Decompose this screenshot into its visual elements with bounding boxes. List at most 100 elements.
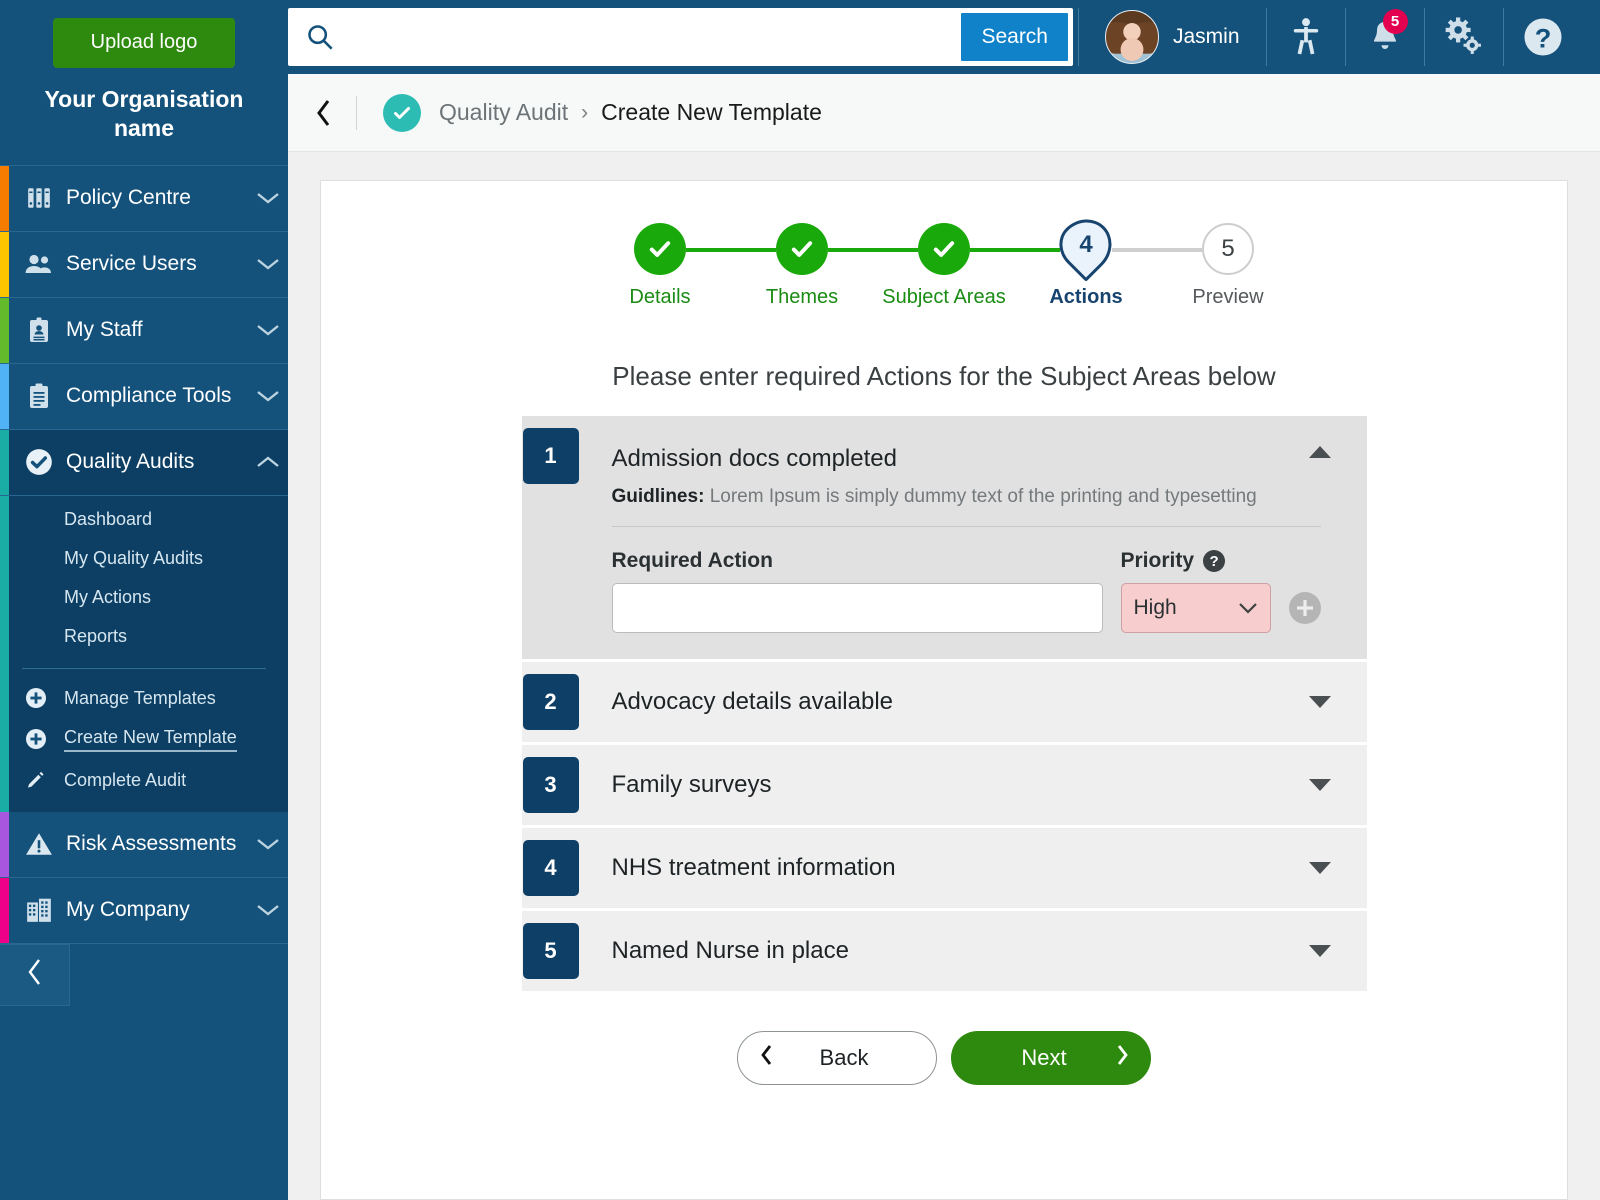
page-title: Please enter required Actions for the Su… (612, 361, 1276, 391)
next-button[interactable]: Next (951, 1031, 1151, 1085)
caret-down-icon[interactable] (1307, 694, 1333, 715)
sidebar-item-label: Risk Assessments (66, 832, 237, 855)
chevron-down-icon[interactable] (248, 388, 288, 404)
check-icon (918, 223, 970, 275)
breadcrumb-separator: › (581, 100, 589, 124)
step-connector (1112, 248, 1202, 252)
sidebar-submenu-quality-audits: Dashboard My Quality Audits My Actions R… (0, 495, 288, 812)
accordion-header[interactable]: NHS treatment information (522, 828, 1367, 908)
chevron-up-icon[interactable] (248, 454, 288, 470)
sidebar-subitem-label: Create New Template (64, 727, 237, 752)
search-box[interactable]: Search (288, 8, 1073, 66)
sidebar-item-compliance-tools[interactable]: Compliance Tools (0, 363, 288, 430)
step-number: 5 (1202, 223, 1254, 275)
accordion-item: 4 NHS treatment information (521, 828, 1367, 908)
step-connector (686, 248, 776, 252)
chevron-down-icon[interactable] (248, 256, 288, 272)
search-icon (288, 23, 348, 51)
action-row: Required Action Priority ? High (611, 549, 1321, 633)
question-mark-icon[interactable]: ? (1203, 550, 1226, 572)
divider (356, 95, 357, 130)
sidebar-subitem-label: My Actions (64, 586, 152, 607)
priority-select[interactable]: High (1120, 583, 1271, 633)
step-themes[interactable]: Themes (686, 223, 873, 309)
accordion-header[interactable]: Advocacy details available (522, 662, 1367, 742)
chevron-left-icon (25, 956, 45, 993)
check-icon (776, 223, 828, 275)
sidebar-subitem-my-quality-audits[interactable]: My Quality Audits (0, 539, 288, 578)
required-action-input[interactable] (611, 583, 1103, 633)
user-menu[interactable]: Jasmin (1079, 0, 1266, 74)
help-icon[interactable]: ? (1504, 0, 1582, 74)
sidebar-item-label: Service Users (66, 252, 197, 275)
accordion-item: 2 Advocacy details available (521, 662, 1367, 742)
step-details[interactable]: Details (589, 223, 731, 309)
sidebar-item-service-users[interactable]: Service Users (0, 231, 288, 298)
sidebar-subitem-create-new-template[interactable]: Create New Template (0, 718, 288, 761)
step-label: Subject Areas (882, 286, 1006, 308)
subject-areas-accordion: 1 Admission docs completed Guidlines: Lo… (521, 416, 1367, 991)
caret-down-icon[interactable] (1307, 777, 1333, 798)
caret-down-icon[interactable] (1307, 943, 1333, 964)
chevron-down-icon[interactable] (248, 902, 288, 918)
guidelines-label: Guidlines: (611, 486, 705, 507)
sidebar-collapse-button[interactable] (0, 943, 70, 1006)
sidebar-item-label: Policy Centre (66, 186, 191, 209)
sidebar-nav: Policy Centre Service Users My Staff Com… (0, 164, 288, 1006)
accordion-title: Family surveys (611, 771, 772, 798)
back-button[interactable] (288, 97, 356, 129)
caret-up-icon[interactable] (1307, 444, 1333, 465)
search-button[interactable]: Search (959, 11, 1070, 63)
caret-down-icon[interactable] (1307, 860, 1333, 881)
accordion-header[interactable]: Named Nurse in place (522, 911, 1367, 991)
sidebar-item-policy-centre[interactable]: Policy Centre (0, 165, 288, 232)
breadcrumb-parent[interactable]: Quality Audit (439, 99, 568, 126)
priority-label-wrap: Priority ? (1121, 549, 1271, 573)
plus-circle-icon (22, 728, 50, 750)
step-actions[interactable]: 4 Actions (970, 208, 1157, 309)
item-number: 5 (522, 923, 579, 979)
sidebar-item-label: My Company (66, 898, 190, 921)
sidebar-subitem-complete-audit[interactable]: Complete Audit (0, 761, 288, 800)
warning-icon (22, 831, 56, 857)
upload-logo-button[interactable]: Upload logo (53, 18, 235, 68)
step-node (634, 223, 686, 275)
map-pin-icon: 4 (1049, 208, 1123, 282)
sidebar-subitem-reports[interactable]: Reports (0, 617, 288, 656)
item-number: 1 (522, 428, 579, 484)
add-action-button[interactable] (1288, 592, 1321, 624)
sidebar-item-label: Compliance Tools (66, 384, 232, 407)
sidebar-item-risk-assessments[interactable]: Risk Assessments (0, 811, 288, 878)
sidebar-subitem-dashboard[interactable]: Dashboard (0, 500, 288, 539)
accent-bar (0, 231, 9, 297)
step-subject-areas[interactable]: Subject Areas (828, 223, 1015, 309)
chevron-down-icon (1238, 596, 1258, 620)
gears-icon[interactable] (1425, 0, 1503, 74)
wizard-footer: Back Next (321, 1031, 1567, 1085)
sidebar-item-my-company[interactable]: My Company (0, 877, 288, 944)
priority-label: Priority (1120, 549, 1195, 572)
sidebar-item-label: Quality Audits (66, 450, 195, 473)
accordion-header[interactable]: Family surveys (522, 745, 1367, 825)
sidebar-subitem-my-actions[interactable]: My Actions (0, 578, 288, 617)
next-label: Next (1021, 1045, 1067, 1070)
bell-icon[interactable]: 5 (1346, 0, 1424, 74)
sidebar-subitem-manage-templates[interactable]: Manage Templates (0, 679, 288, 718)
chevron-down-icon[interactable] (248, 190, 288, 206)
search-input[interactable] (348, 9, 960, 65)
step-preview[interactable]: 5 Preview (1112, 223, 1299, 309)
accessibility-icon[interactable] (1267, 0, 1345, 74)
sidebar-item-quality-audits[interactable]: Quality Audits (0, 429, 288, 496)
accordion-header[interactable]: Admission docs completed (522, 416, 1367, 496)
accordion-item: 5 Named Nurse in place (521, 911, 1367, 991)
step-connector (970, 248, 1060, 252)
search-area: Search (288, 0, 1078, 74)
notification-badge: 5 (1382, 9, 1408, 34)
avatar (1105, 10, 1159, 64)
building-icon (22, 897, 56, 923)
chevron-down-icon[interactable] (248, 322, 288, 338)
step-node (918, 223, 970, 275)
chevron-down-icon[interactable] (248, 836, 288, 852)
back-button[interactable]: Back (737, 1031, 937, 1085)
sidebar-item-my-staff[interactable]: My Staff (0, 297, 288, 364)
